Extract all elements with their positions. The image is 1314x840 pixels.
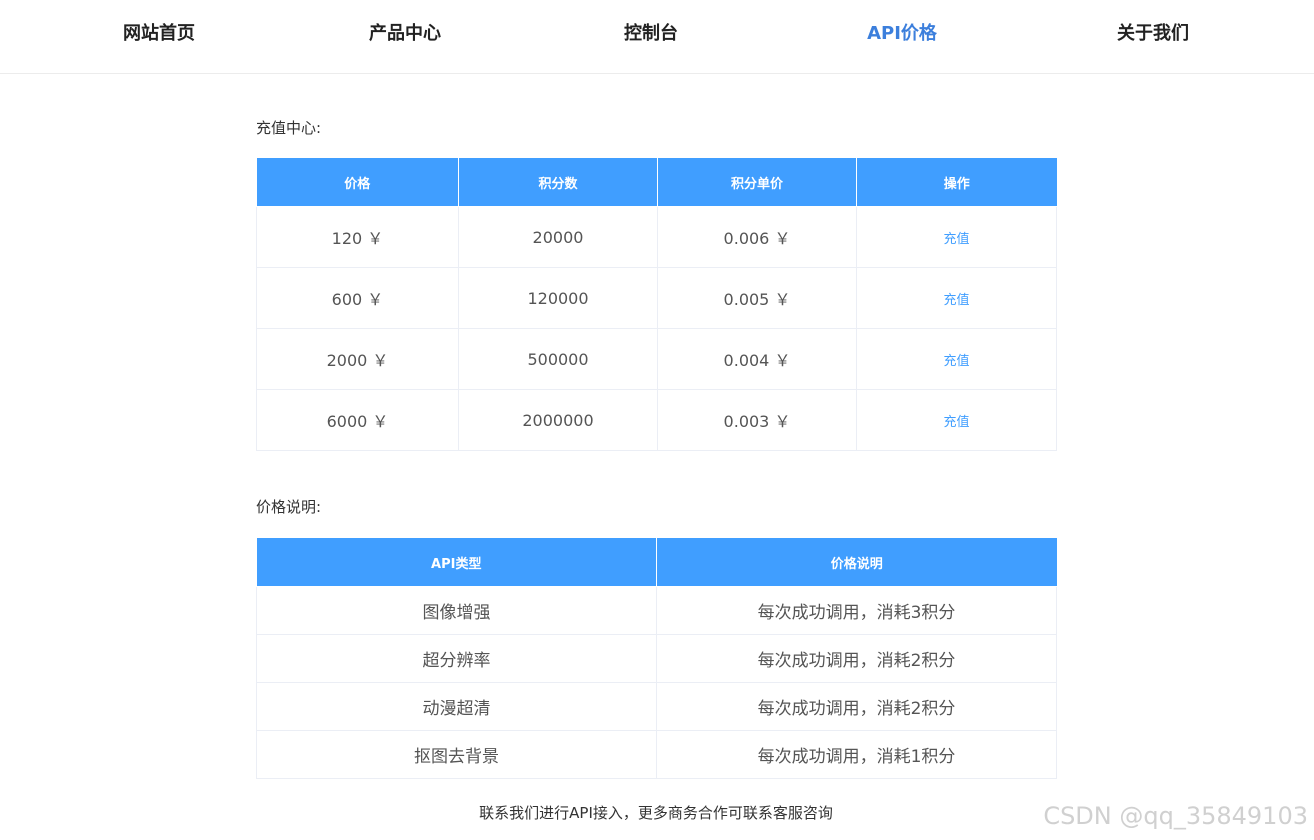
recharge-link[interactable]: 充值 bbox=[943, 232, 969, 247]
table-row: 6000 ￥ 2000000 0.003 ￥ 充值 bbox=[256, 389, 1057, 451]
top-navigation: 网站首页 产品中心 控制台 API价格 关于我们 bbox=[0, 0, 1314, 74]
table-row: 图像增强 每次成功调用，消耗3积分 bbox=[256, 586, 1057, 635]
price-desc-cell: 每次成功调用，消耗3积分 bbox=[656, 586, 1057, 635]
pricing-table: API类型 价格说明 图像增强 每次成功调用，消耗3积分 超分辨率 每次成功调用… bbox=[256, 538, 1057, 779]
price-cell: 600 ￥ bbox=[256, 267, 459, 329]
api-type-cell: 超分辨率 bbox=[256, 634, 657, 683]
price-desc-cell: 每次成功调用，消耗2积分 bbox=[656, 634, 1057, 683]
table-row: 超分辨率 每次成功调用，消耗2积分 bbox=[256, 634, 1057, 683]
price-cell: 2000 ￥ bbox=[256, 328, 459, 390]
pricing-section-title: 价格说明: bbox=[256, 498, 322, 516]
column-header-action: 操作 bbox=[856, 158, 1057, 207]
points-cell: 120000 bbox=[458, 267, 658, 329]
api-type-cell: 图像增强 bbox=[256, 586, 657, 635]
table-header-row: 价格 积分数 积分单价 操作 bbox=[256, 158, 1057, 207]
recharge-link[interactable]: 充值 bbox=[943, 415, 969, 430]
action-cell: 充值 bbox=[856, 389, 1057, 451]
points-cell: 20000 bbox=[458, 206, 658, 268]
table-row: 动漫超清 每次成功调用，消耗2积分 bbox=[256, 682, 1057, 731]
footer-contact-note: 联系我们进行API接入，更多商务合作可联系客服咨询 bbox=[479, 804, 833, 822]
action-cell: 充值 bbox=[856, 328, 1057, 390]
unit-price-cell: 0.003 ￥ bbox=[657, 389, 857, 451]
action-cell: 充值 bbox=[856, 267, 1057, 329]
table-row: 600 ￥ 120000 0.005 ￥ 充值 bbox=[256, 267, 1057, 329]
column-header-points: 积分数 bbox=[458, 158, 658, 207]
recharge-link[interactable]: 充值 bbox=[943, 354, 969, 369]
points-cell: 500000 bbox=[458, 328, 658, 390]
points-cell: 2000000 bbox=[458, 389, 658, 451]
unit-price-cell: 0.005 ￥ bbox=[657, 267, 857, 329]
api-type-cell: 动漫超清 bbox=[256, 682, 657, 731]
unit-price-cell: 0.006 ￥ bbox=[657, 206, 857, 268]
action-cell: 充值 bbox=[856, 206, 1057, 268]
unit-price-cell: 0.004 ￥ bbox=[657, 328, 857, 390]
price-desc-cell: 每次成功调用，消耗2积分 bbox=[656, 682, 1057, 731]
price-cell: 6000 ￥ bbox=[256, 389, 459, 451]
table-row: 抠图去背景 每次成功调用，消耗1积分 bbox=[256, 730, 1057, 779]
recharge-section-title: 充值中心: bbox=[256, 119, 322, 137]
column-header-api-type: API类型 bbox=[256, 538, 657, 587]
table-row: 120 ￥ 20000 0.006 ￥ 充值 bbox=[256, 206, 1057, 268]
nav-item-products[interactable]: 产品中心 bbox=[369, 0, 441, 68]
price-desc-cell: 每次成功调用，消耗1积分 bbox=[656, 730, 1057, 779]
column-header-price-desc: 价格说明 bbox=[656, 538, 1057, 587]
watermark: CSDN @qq_35849103 bbox=[1043, 802, 1308, 830]
api-type-cell: 抠图去背景 bbox=[256, 730, 657, 779]
column-header-unit-price: 积分单价 bbox=[657, 158, 857, 207]
price-cell: 120 ￥ bbox=[256, 206, 459, 268]
nav-item-about[interactable]: 关于我们 bbox=[1117, 0, 1189, 68]
nav-item-home[interactable]: 网站首页 bbox=[123, 0, 195, 68]
nav-item-console[interactable]: 控制台 bbox=[624, 0, 678, 68]
table-row: 2000 ￥ 500000 0.004 ￥ 充值 bbox=[256, 328, 1057, 390]
recharge-table: 价格 积分数 积分单价 操作 120 ￥ 20000 0.006 ￥ 充值 60… bbox=[256, 158, 1057, 451]
table-header-row: API类型 价格说明 bbox=[256, 538, 1057, 587]
recharge-link[interactable]: 充值 bbox=[943, 293, 969, 308]
nav-item-api-pricing[interactable]: API价格 bbox=[867, 0, 937, 68]
column-header-price: 价格 bbox=[256, 158, 459, 207]
